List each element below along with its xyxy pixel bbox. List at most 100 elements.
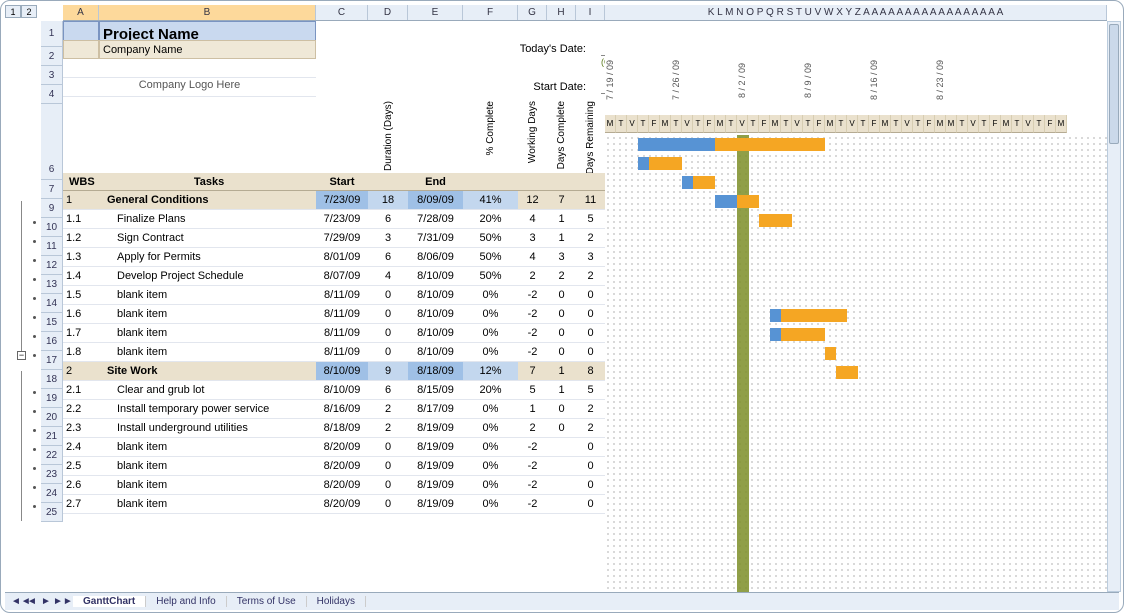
gantt-bar-complete[interactable]: [770, 328, 781, 341]
task-name-cell[interactable]: blank item: [99, 476, 316, 495]
start-cell[interactable]: 8/20/09: [316, 438, 368, 457]
pct-cell[interactable]: 50%: [463, 267, 518, 286]
tab-prev-icon[interactable]: ◄: [25, 596, 39, 607]
col-I[interactable]: I: [576, 5, 605, 20]
end-cell[interactable]: 8/10/09: [408, 324, 463, 343]
row-10[interactable]: 10: [41, 218, 63, 237]
pct-cell[interactable]: 0%: [463, 305, 518, 324]
end-cell[interactable]: 8/19/09: [408, 438, 463, 457]
dr-cell[interactable]: 5: [576, 210, 605, 229]
dc-cell[interactable]: [547, 457, 576, 476]
outline-level-2[interactable]: 2: [21, 5, 37, 18]
wbs-cell[interactable]: 1.1: [63, 210, 99, 229]
wbs-cell[interactable]: 1.4: [63, 267, 99, 286]
dur-cell[interactable]: 2: [368, 400, 408, 419]
dc-cell[interactable]: 0: [547, 343, 576, 362]
dr-cell[interactable]: 0: [576, 305, 605, 324]
start-cell[interactable]: 8/16/09: [316, 400, 368, 419]
dc-cell[interactable]: 0: [547, 305, 576, 324]
pct-cell[interactable]: 20%: [463, 381, 518, 400]
start-cell[interactable]: 8/10/09: [316, 381, 368, 400]
sheet-tab[interactable]: Terms of Use: [227, 596, 307, 607]
tab-last-icon[interactable]: ►►: [53, 596, 67, 607]
row-19[interactable]: 19: [41, 389, 63, 408]
dr-cell[interactable]: 11: [576, 191, 605, 210]
wd-cell[interactable]: -2: [518, 324, 547, 343]
row-22[interactable]: 22: [41, 446, 63, 465]
row-15[interactable]: 15: [41, 313, 63, 332]
wd-cell[interactable]: -2: [518, 495, 547, 514]
dc-cell[interactable]: 0: [547, 324, 576, 343]
row-3[interactable]: 3: [41, 66, 63, 85]
dur-cell[interactable]: 6: [368, 381, 408, 400]
gantt-bar-remaining[interactable]: [715, 138, 825, 151]
start-cell[interactable]: 8/11/09: [316, 286, 368, 305]
wd-cell[interactable]: -2: [518, 476, 547, 495]
pct-cell[interactable]: 0%: [463, 419, 518, 438]
dc-cell[interactable]: 7: [547, 191, 576, 210]
pct-cell[interactable]: 0%: [463, 400, 518, 419]
end-cell[interactable]: 8/10/09: [408, 305, 463, 324]
wbs-cell[interactable]: 2.3: [63, 419, 99, 438]
col-F[interactable]: F: [463, 5, 518, 20]
end-cell[interactable]: 8/15/09: [408, 381, 463, 400]
dr-cell[interactable]: 0: [576, 438, 605, 457]
dr-cell[interactable]: 0: [576, 343, 605, 362]
task-name-cell[interactable]: Apply for Permits: [99, 248, 316, 267]
end-cell[interactable]: 8/10/09: [408, 343, 463, 362]
dur-cell[interactable]: 0: [368, 438, 408, 457]
dc-cell[interactable]: 1: [547, 229, 576, 248]
wd-cell[interactable]: 4: [518, 210, 547, 229]
dr-cell[interactable]: 8: [576, 362, 605, 381]
wbs-cell[interactable]: 2.5: [63, 457, 99, 476]
row-11[interactable]: 11: [41, 237, 63, 256]
start-cell[interactable]: 7/23/09: [316, 191, 368, 210]
wd-cell[interactable]: 4: [518, 248, 547, 267]
row-9[interactable]: 9: [41, 199, 63, 218]
vertical-scrollbar[interactable]: [1107, 21, 1121, 592]
dc-cell[interactable]: 0: [547, 400, 576, 419]
end-cell[interactable]: 8/10/09: [408, 267, 463, 286]
wbs-cell[interactable]: 1.7: [63, 324, 99, 343]
end-cell[interactable]: 7/28/09: [408, 210, 463, 229]
pct-cell[interactable]: 41%: [463, 191, 518, 210]
dur-cell[interactable]: 0: [368, 324, 408, 343]
dc-cell[interactable]: 1: [547, 381, 576, 400]
task-name-cell[interactable]: Develop Project Schedule: [99, 267, 316, 286]
task-name-cell[interactable]: Site Work: [99, 362, 316, 381]
pct-cell[interactable]: 0%: [463, 286, 518, 305]
row-20[interactable]: 20: [41, 408, 63, 427]
dr-cell[interactable]: 0: [576, 476, 605, 495]
wbs-cell[interactable]: 1.6: [63, 305, 99, 324]
dur-cell[interactable]: 4: [368, 267, 408, 286]
col-H[interactable]: H: [547, 5, 576, 20]
row-4[interactable]: 4: [41, 85, 63, 104]
wbs-cell[interactable]: 2.4: [63, 438, 99, 457]
end-cell[interactable]: 8/09/09: [408, 191, 463, 210]
dr-cell[interactable]: 3: [576, 248, 605, 267]
wd-cell[interactable]: 7: [518, 362, 547, 381]
wbs-cell[interactable]: 2.2: [63, 400, 99, 419]
wbs-cell[interactable]: 2: [63, 362, 99, 381]
wd-cell[interactable]: -2: [518, 457, 547, 476]
end-cell[interactable]: 8/19/09: [408, 476, 463, 495]
start-cell[interactable]: 8/20/09: [316, 457, 368, 476]
start-cell[interactable]: 8/10/09: [316, 362, 368, 381]
task-name-cell[interactable]: blank item: [99, 343, 316, 362]
end-cell[interactable]: 8/06/09: [408, 248, 463, 267]
gantt-bar-remaining[interactable]: [649, 157, 682, 170]
wbs-cell[interactable]: 1.8: [63, 343, 99, 362]
dur-cell[interactable]: 3: [368, 229, 408, 248]
pct-cell[interactable]: 20%: [463, 210, 518, 229]
dc-cell[interactable]: [547, 438, 576, 457]
gantt-bar-remaining[interactable]: [825, 347, 836, 360]
col-B[interactable]: B: [99, 5, 316, 20]
start-cell[interactable]: 8/20/09: [316, 495, 368, 514]
gantt-bar-remaining[interactable]: [759, 214, 792, 227]
gantt-bar-complete[interactable]: [770, 309, 781, 322]
dr-cell[interactable]: 0: [576, 457, 605, 476]
dr-cell[interactable]: 0: [576, 324, 605, 343]
row-16[interactable]: 16: [41, 332, 63, 351]
dr-cell[interactable]: 2: [576, 400, 605, 419]
dr-cell[interactable]: 0: [576, 495, 605, 514]
